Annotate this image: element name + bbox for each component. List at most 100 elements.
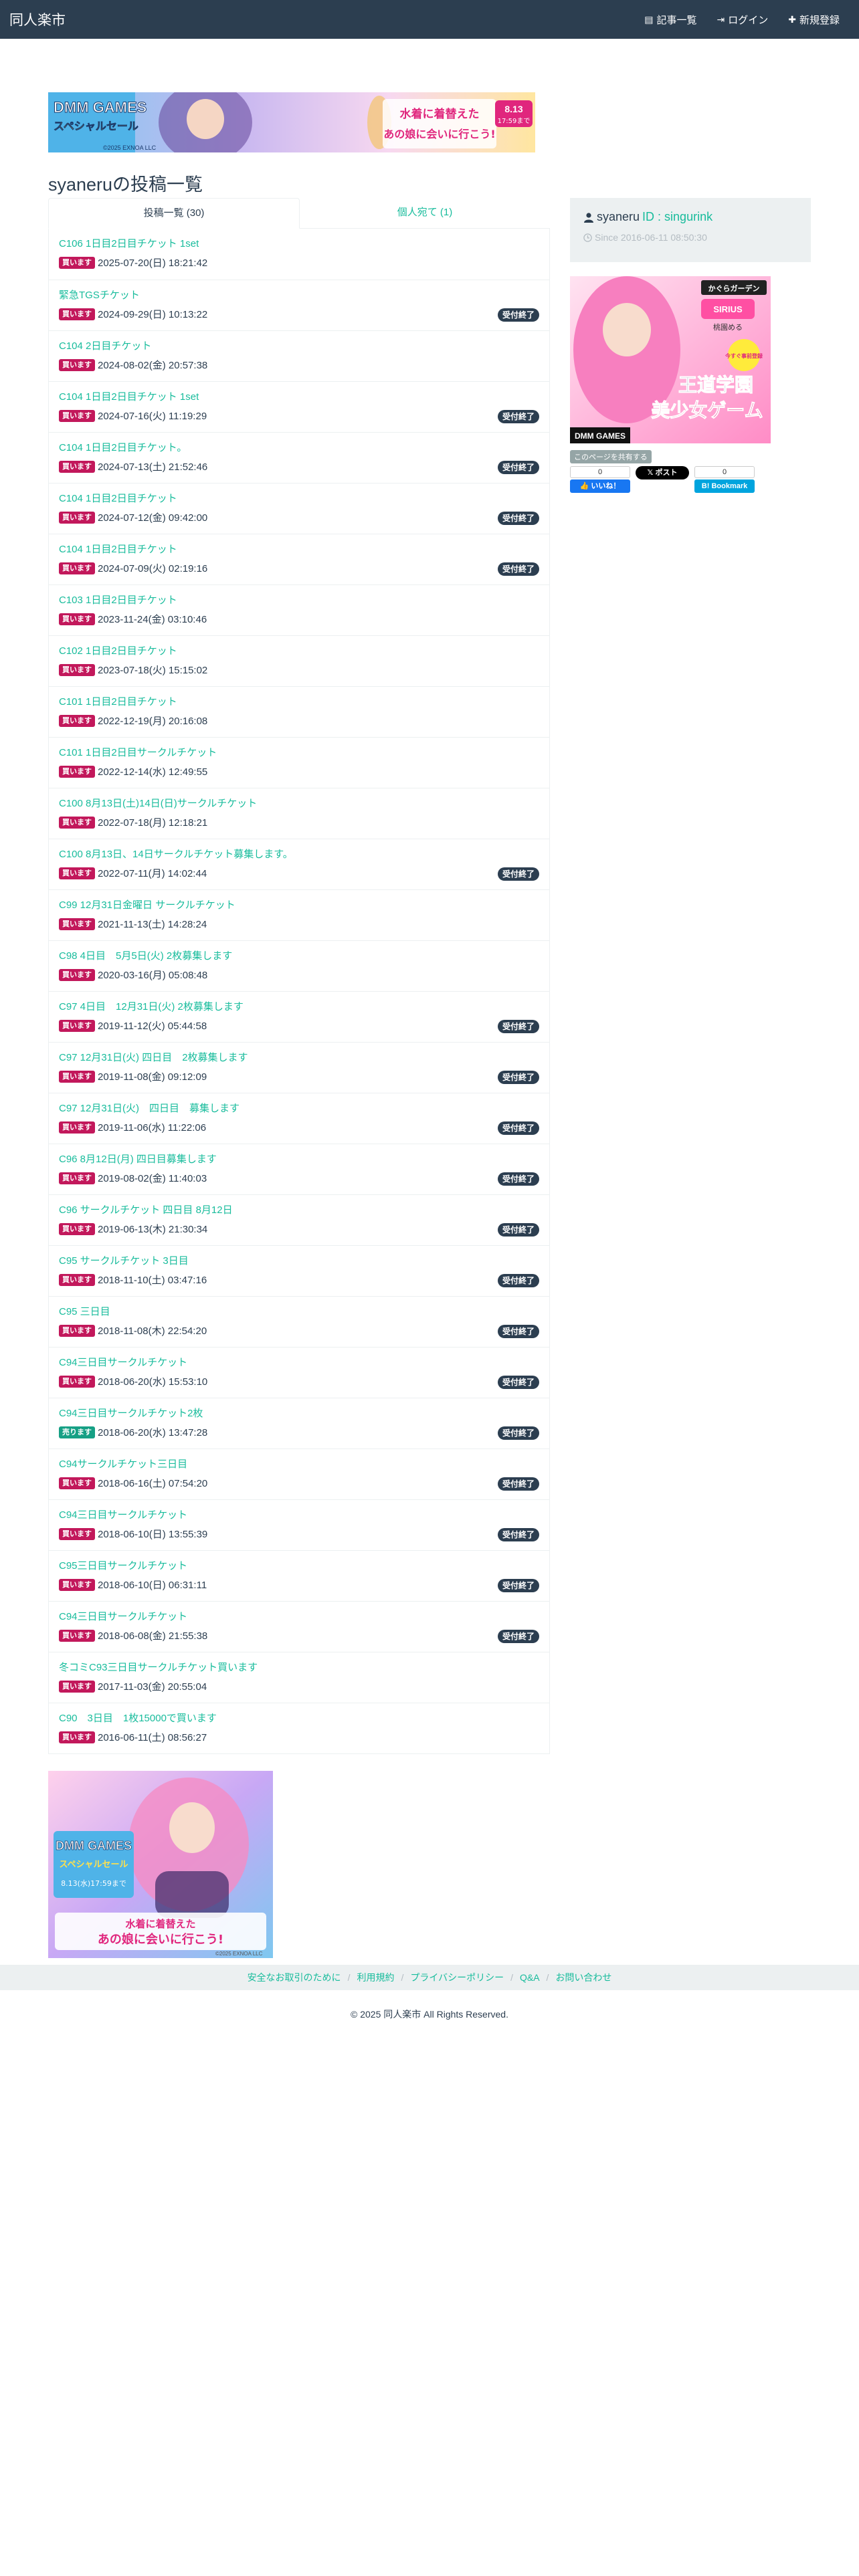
- post-title-link[interactable]: C104 1日目2日目チケット: [59, 542, 539, 557]
- post-meta: 買います 2017-11-03(金) 20:55:04: [59, 1679, 539, 1693]
- post-title-link[interactable]: C103 1日目2日目チケット: [59, 593, 539, 608]
- post-title-link[interactable]: C96 サークルチケット 四日目 8月12日: [59, 1203, 539, 1218]
- post-title-link[interactable]: 冬コミC93三日目サークルチケット買います: [59, 1660, 539, 1675]
- closed-badge: 受付終了: [497, 1630, 539, 1643]
- closed-badge: 受付終了: [497, 1274, 539, 1287]
- post-item: C96 8月12日(月) 四日目募集します 買います 2019-08-02(金) 1…: [49, 1144, 549, 1194]
- post-title-link[interactable]: C101 1日目2日目サークルチケット: [59, 746, 539, 760]
- post-type-tag: 買います: [59, 1578, 95, 1591]
- post-title-link[interactable]: C94サークルチケット三日目: [59, 1457, 539, 1472]
- post-title-link[interactable]: C94三日目サークルチケット: [59, 1356, 539, 1370]
- post-item: C104 1日目2日目チケット。 買います 2024-07-13(土) 21:52:…: [49, 432, 549, 483]
- side-ad-tag: SIRIUS: [713, 304, 743, 314]
- post-title-link[interactable]: C96 8月12日(月) 四日目募集します: [59, 1152, 539, 1167]
- profile-since: Since 2016-06-11 08:50:30: [583, 232, 797, 243]
- top-ad-line2: スペシャルセール: [54, 120, 138, 132]
- post-title-link[interactable]: C97 12月31日(火) 四日目 2枚募集します: [59, 1051, 539, 1065]
- bottom-ad-date: 8.13(水)17:59まで: [61, 1879, 126, 1888]
- closed-badge: 受付終了: [497, 562, 539, 576]
- post-title-link[interactable]: C101 1日目2日目チケット: [59, 695, 539, 710]
- login-icon: ⇥: [717, 13, 725, 25]
- post-item: C97 12月31日(火) 四日目 募集します 買います 2019-11-06(水)…: [49, 1093, 549, 1144]
- post-item: C96 サークルチケット 四日目 8月12日 買います 2019-06-13(木) …: [49, 1194, 549, 1245]
- post-item: C90 3日目 1枚15000で買います 買います 2016-06-11(土) 08…: [49, 1703, 549, 1753]
- side-ad-banner[interactable]: かぐらガーデン SIRIUS 桃園める 今すぐ事前登録 王道学園 美少女ゲーム …: [570, 276, 771, 443]
- post-date: 2018-11-08(木) 22:54:20: [98, 1325, 207, 1337]
- post-meta: 買います 2023-11-24(金) 03:10:46: [59, 612, 539, 626]
- post-title-link[interactable]: C104 2日目チケット: [59, 339, 539, 354]
- post-date: 2018-06-10(日) 13:55:39: [98, 1529, 208, 1540]
- post-title-link[interactable]: C95三日目サークルチケット: [59, 1559, 539, 1574]
- post-date: 2019-06-13(木) 21:30:34: [98, 1224, 208, 1235]
- closed-badge: 受付終了: [497, 410, 539, 423]
- user-icon: [584, 212, 593, 223]
- post-date: 2024-08-02(金) 20:57:38: [98, 360, 208, 371]
- post-title-link[interactable]: C95 三日目: [59, 1305, 539, 1319]
- post-type-tag: 買います: [59, 1019, 95, 1032]
- post-date: 2016-06-11(土) 08:56:27: [98, 1732, 207, 1743]
- post-date: 2024-09-29(日) 10:13:22: [98, 309, 208, 320]
- post-item: 冬コミC93三日目サークルチケット買います 買います 2017-11-03(金) 2…: [49, 1652, 549, 1703]
- post-title-link[interactable]: C104 1日目2日目チケット 1set: [59, 390, 539, 405]
- post-title-link[interactable]: C102 1日目2日目チケット: [59, 644, 539, 659]
- facebook-share: 0 👍 いいね！: [570, 466, 630, 493]
- top-ad-line1: DMM GAMES: [54, 99, 147, 116]
- post-date: 2023-07-18(火) 15:15:02: [98, 665, 208, 676]
- post-title-link[interactable]: C100 8月13日、14日サークルチケット募集します。: [59, 847, 539, 862]
- post-title-link[interactable]: C90 3日目 1枚15000で買います: [59, 1711, 539, 1726]
- post-date: 2018-11-10(土) 03:47:16: [98, 1275, 207, 1286]
- nav-articles-link[interactable]: ▤ 記事一覧: [634, 13, 706, 27]
- site-brand[interactable]: 同人楽市: [9, 9, 66, 29]
- profile-heading: syaneru ID : singurink: [583, 210, 797, 224]
- nav-register-link[interactable]: ✚ 新規登録: [778, 13, 850, 27]
- post-date: 2025-07-20(日) 18:21:42: [98, 257, 208, 269]
- plus-icon: ✚: [788, 13, 796, 25]
- profile-name: syaneru: [597, 210, 640, 223]
- post-type-tag: 買います: [59, 1172, 95, 1184]
- post-meta: 買います 2019-08-02(金) 11:40:03: [59, 1171, 539, 1185]
- closed-badge: 受付終了: [497, 1121, 539, 1135]
- tab-personal[interactable]: 個人宛て (1): [300, 198, 550, 228]
- post-title-link[interactable]: C94三日目サークルチケット2枚: [59, 1406, 539, 1421]
- post-title-link[interactable]: C104 1日目2日目チケット。: [59, 441, 539, 455]
- share-label: このページを共有する: [570, 450, 652, 463]
- post-title-link[interactable]: C98 4日目 5月5日(火) 2枚募集します: [59, 949, 539, 964]
- post-title-link[interactable]: C97 4日目 12月31日(火) 2枚募集します: [59, 1000, 539, 1014]
- side-ad-title2: 美少女ゲーム: [651, 399, 763, 421]
- hatena-bookmark-button[interactable]: B! Bookmark: [694, 479, 755, 493]
- top-ad-copyright: ©2025 EXNOA LLC: [103, 144, 157, 151]
- post-item: C99 12月31日金曜日 サークルチケット 買います 2021-11-13(土) …: [49, 889, 549, 940]
- post-title-link[interactable]: 緊急TGSチケット: [59, 288, 539, 303]
- top-ad-banner[interactable]: DMM GAMES スペシャルセール ©2025 EXNOA LLC 水着に着替…: [48, 92, 535, 152]
- post-title-link[interactable]: C99 12月31日金曜日 サークルチケット: [59, 898, 539, 913]
- post-type-tag: 買います: [59, 1527, 95, 1540]
- footer-link-terms[interactable]: 利用規約: [357, 1971, 394, 1984]
- footer-link-safety[interactable]: 安全なお取引のために: [248, 1971, 341, 1984]
- post-type-tag: 買います: [59, 867, 95, 879]
- x-logo-icon: 𝕏: [647, 469, 654, 477]
- tab-all-posts[interactable]: 投稿一覧 (30): [48, 198, 300, 229]
- facebook-like-button[interactable]: 👍 いいね！: [570, 479, 630, 493]
- footer-link-privacy[interactable]: プライバシーポリシー: [410, 1971, 504, 1984]
- post-title-link[interactable]: C106 1日目2日目チケット 1set: [59, 237, 539, 251]
- profile-id[interactable]: ID : singurink: [642, 210, 712, 224]
- bottom-ad-banner[interactable]: DMM GAMES スペシャルセール 8.13(水)17:59まで 水着に着替え…: [48, 1771, 273, 1958]
- post-meta: 買います 2024-07-13(土) 21:52:46: [59, 459, 539, 473]
- footer-link-contact[interactable]: お問い合わせ: [555, 1971, 611, 1984]
- top-ad-date1: 8.13: [504, 104, 522, 114]
- post-title-link[interactable]: C97 12月31日(火) 四日目 募集します: [59, 1101, 539, 1116]
- top-ad-catch: 水着に着替えた: [400, 107, 480, 121]
- nav-links: ▤ 記事一覧 ⇥ ログイン ✚ 新規登録: [634, 13, 850, 27]
- post-date: 2021-11-13(土) 14:28:24: [98, 919, 207, 930]
- closed-badge: 受付終了: [497, 1426, 539, 1440]
- x-post-button[interactable]: 𝕏 ポスト: [636, 466, 689, 479]
- post-title-link[interactable]: C100 8月13日(土)14日(日)サークルチケット: [59, 796, 539, 811]
- closed-badge: 受付終了: [497, 1325, 539, 1338]
- post-title-link[interactable]: C95 サークルチケット 3日目: [59, 1254, 539, 1269]
- post-title-link[interactable]: C104 1日目2日目チケット: [59, 492, 539, 506]
- nav-login-link[interactable]: ⇥ ログイン: [707, 13, 779, 27]
- post-title-link[interactable]: C94三日目サークルチケット: [59, 1508, 539, 1523]
- post-meta: 買います 2024-08-02(金) 20:57:38: [59, 358, 539, 372]
- post-title-link[interactable]: C94三日目サークルチケット: [59, 1610, 539, 1624]
- footer-link-qa[interactable]: Q&A: [520, 1972, 540, 1983]
